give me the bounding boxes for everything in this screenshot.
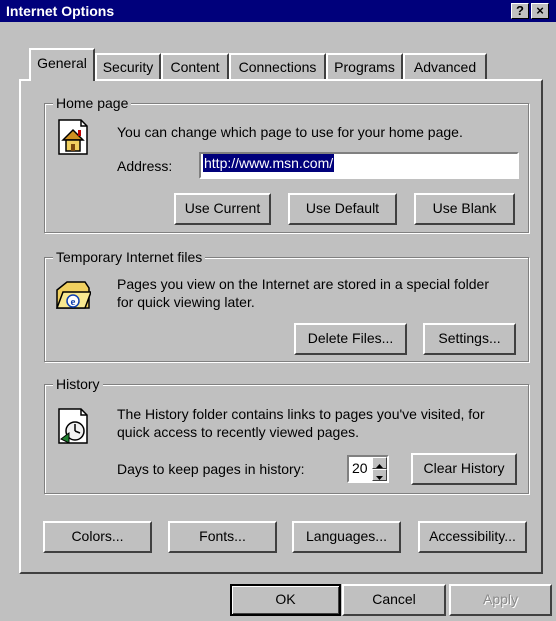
home-page-icon: [58, 119, 88, 155]
home-page-legend: Home page: [53, 94, 132, 112]
days-to-keep-label: Days to keep pages in history:: [117, 461, 305, 477]
temporary-files-group: Temporary Internet files e Pages you vie…: [44, 248, 529, 362]
fonts-button[interactable]: Fonts...: [168, 521, 277, 553]
days-to-keep-value: 20: [352, 460, 368, 476]
tab-connections[interactable]: Connections: [229, 53, 326, 80]
tab-programs[interactable]: Programs: [326, 53, 403, 80]
temporary-files-description-line1: Pages you view on the Internet are store…: [117, 276, 489, 292]
close-button[interactable]: ×: [531, 3, 549, 19]
general-tab-panel: Home page You can change which page to u…: [19, 79, 543, 574]
delete-files-button[interactable]: Delete Files...: [294, 323, 407, 355]
tab-general[interactable]: General: [29, 48, 95, 81]
languages-button[interactable]: Languages...: [292, 521, 401, 553]
tab-content[interactable]: Content: [161, 53, 229, 80]
cancel-button[interactable]: Cancel: [342, 584, 446, 616]
temporary-files-folder-icon: e: [55, 281, 91, 309]
history-description-line1: The History folder contains links to pag…: [117, 406, 485, 422]
temporary-files-description-line2: for quick viewing later.: [117, 294, 255, 310]
temporary-files-legend: Temporary Internet files: [53, 248, 206, 266]
spin-down-button[interactable]: [372, 469, 387, 481]
ok-button[interactable]: OK: [230, 584, 341, 616]
arrow-down-icon: [376, 476, 383, 480]
apply-button[interactable]: Apply: [449, 584, 552, 616]
help-button[interactable]: ?: [511, 3, 529, 19]
home-page-group: Home page You can change which page to u…: [44, 94, 529, 233]
use-blank-button[interactable]: Use Blank: [414, 193, 515, 225]
tab-security[interactable]: Security: [95, 53, 161, 80]
use-default-button[interactable]: Use Default: [288, 193, 397, 225]
spin-up-button[interactable]: [372, 457, 387, 469]
title-bar[interactable]: Internet Options ? ×: [0, 0, 556, 22]
internet-options-window: Internet Options ? × General Security Co…: [0, 0, 556, 621]
history-description-line2: quick access to recently viewed pages.: [117, 424, 360, 440]
svg-text:e: e: [71, 296, 76, 308]
settings-button[interactable]: Settings...: [423, 323, 516, 355]
history-legend: History: [53, 375, 103, 393]
colors-button[interactable]: Colors...: [43, 521, 152, 553]
history-clock-icon: [58, 408, 88, 444]
clear-history-button[interactable]: Clear History: [411, 453, 517, 485]
tab-advanced[interactable]: Advanced: [403, 53, 487, 80]
address-input[interactable]: http://www.msn.com/: [199, 152, 519, 179]
address-label: Address:: [117, 158, 173, 174]
days-to-keep-input[interactable]: 20: [347, 455, 389, 483]
history-group: History The History folder contains link…: [44, 375, 529, 494]
home-page-description: You can change which page to use for you…: [117, 124, 463, 140]
address-value: http://www.msn.com/: [203, 154, 335, 172]
accessibility-button[interactable]: Accessibility...: [418, 521, 527, 553]
use-current-button[interactable]: Use Current: [174, 193, 271, 225]
window-title: Internet Options: [6, 3, 115, 19]
